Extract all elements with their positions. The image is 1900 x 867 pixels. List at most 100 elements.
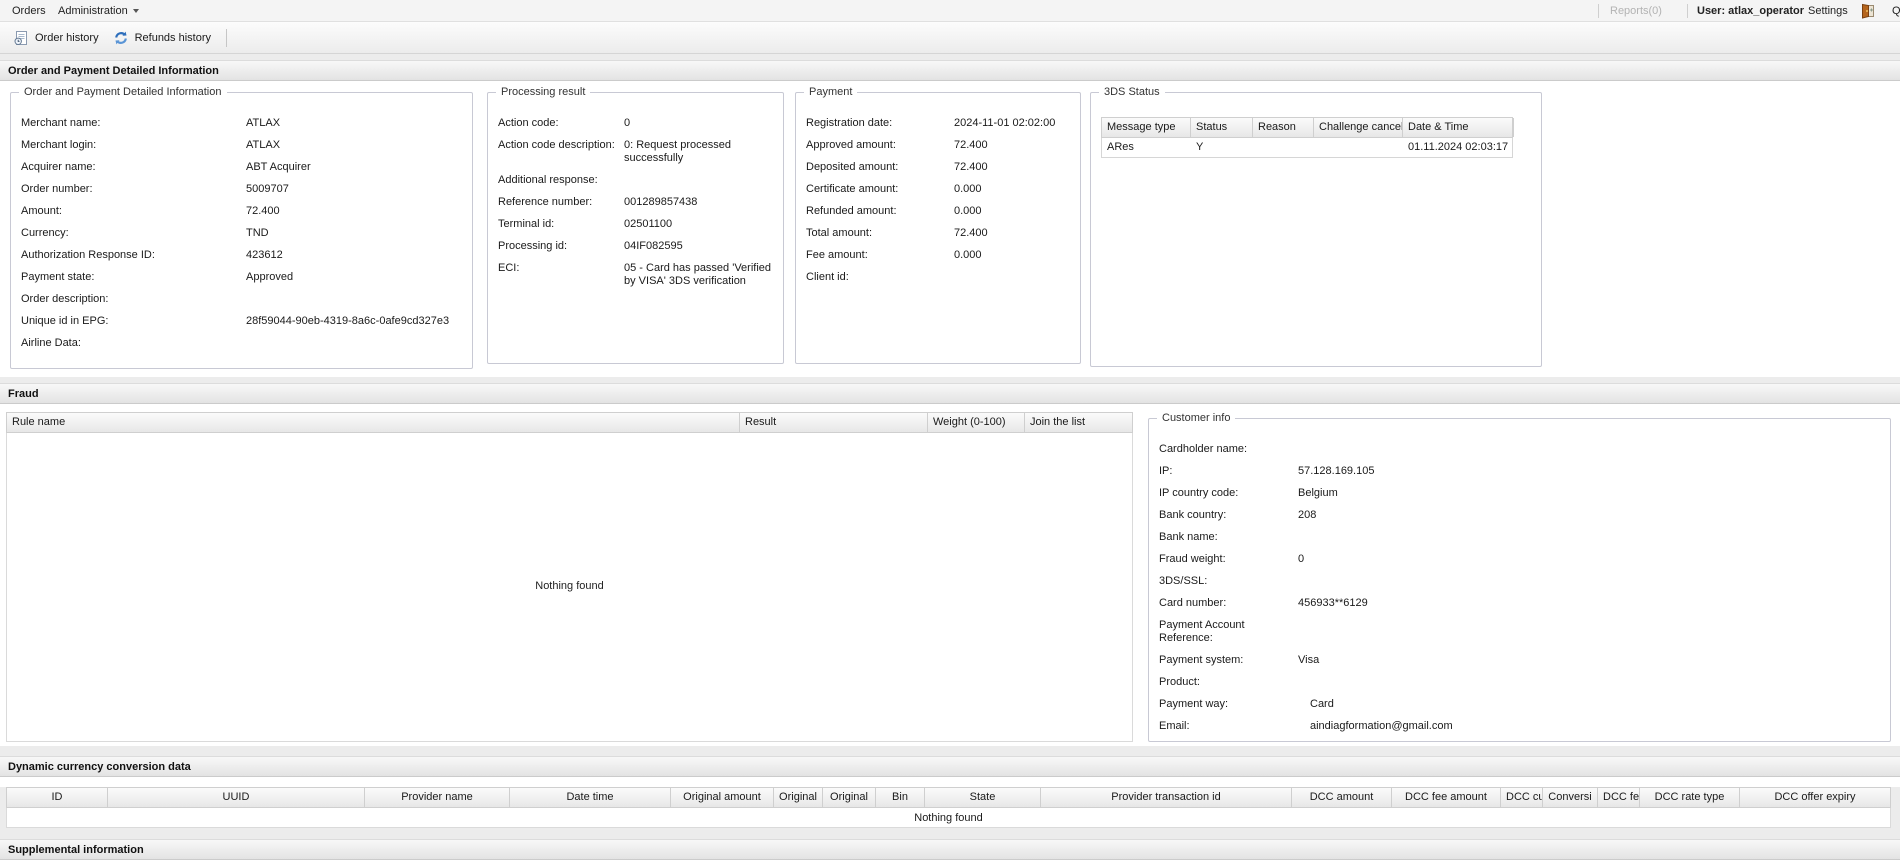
field-value: aindiagformation@gmail.com [1310, 720, 1453, 732]
column-header[interactable]: Date time [510, 788, 671, 807]
order-history-button[interactable]: Order history [6, 26, 106, 50]
tds-grid-header: Message type Status Reason Challenge cancel… [1101, 117, 1514, 138]
field-row: Acquirer name: ABT Acquirer [21, 161, 462, 174]
field-label: Order description: [21, 293, 109, 305]
field-label: Fee amount: [806, 249, 868, 261]
field-label: Currency: [21, 227, 69, 239]
field-row: Cardholder name: [1159, 443, 1880, 456]
column-header[interactable]: Bin [876, 788, 925, 807]
tds-cell-message-type: ARes [1107, 141, 1134, 153]
supplemental-section-header: Supplemental information [0, 839, 1900, 860]
dcc-grid-header: ID UUID Provider name Date time Original amo… [6, 787, 1891, 808]
column-header[interactable]: Reason [1253, 118, 1314, 137]
order-history-label: Order history [35, 31, 99, 44]
field-label: Certificate amount: [806, 183, 899, 195]
field-label: Email: [1159, 720, 1190, 732]
field-value [246, 293, 462, 306]
tds-status-fieldset: 3DS Status Message type Status Reason Chall… [1090, 86, 1542, 367]
field-label: Bank name: [1159, 531, 1218, 543]
column-header[interactable]: Result [740, 413, 928, 432]
field-label: Terminal id: [498, 218, 555, 230]
field-row: Currency: TND [21, 227, 462, 240]
field-value: 72.400 [954, 139, 988, 151]
field-value: 2024-11-01 02:02:00 [954, 117, 1056, 129]
field-value: 28f59044-90eb-4319-8a6c-0afe9cd327e3 [246, 315, 450, 327]
field-value: 0.000 [954, 249, 982, 261]
column-header[interactable]: ID [7, 788, 108, 807]
open-door-exit-icon[interactable] [1860, 3, 1876, 22]
column-header[interactable]: Weight (0-100) [928, 413, 1025, 432]
field-label: Acquirer name: [21, 161, 96, 173]
field-value: 57.128.169.105 [1298, 465, 1375, 477]
column-header[interactable]: DCC offer expiry [1740, 788, 1891, 807]
column-header[interactable]: DCC fee amount [1392, 788, 1501, 807]
tds-status-legend: 3DS Status [1099, 86, 1165, 98]
field-row: Authorization Response ID: 423612 [21, 249, 462, 262]
refunds-history-button[interactable]: Refunds history [106, 26, 218, 50]
column-header[interactable]: DCC fee [1598, 788, 1640, 807]
tds-cell-challenge-cancel [1314, 138, 1403, 157]
tds-status-grid: Message type Status Reason Challenge cancel… [1101, 117, 1514, 158]
processing-result-fieldset: Processing result Action code: 0 Action co… [487, 86, 784, 364]
dcc-section-title: Dynamic currency conversion data [8, 761, 191, 773]
blue-circular-arrows-icon [114, 31, 127, 44]
column-header[interactable]: Status [1191, 118, 1253, 137]
field-row: Reference number: 001289857438 [498, 196, 773, 209]
column-header[interactable]: Challenge cancel [1314, 118, 1403, 137]
column-header[interactable]: Rule name [7, 413, 740, 432]
column-header[interactable]: Provider transaction id [1041, 788, 1292, 807]
menu-quit[interactable]: Quit [1886, 0, 1900, 22]
column-header[interactable]: Original amount [671, 788, 774, 807]
column-header[interactable]: Original [774, 788, 823, 807]
field-label: Merchant name: [21, 117, 101, 129]
fraud-grid-body: Nothing found [6, 433, 1133, 742]
column-header[interactable]: UUID [108, 788, 365, 807]
fraud-grid-header: Rule name Result Weight (0-100) Join the li… [6, 412, 1133, 433]
field-row: Action code: 0 [498, 117, 773, 130]
column-header[interactable]: DCC rate type [1640, 788, 1740, 807]
field-value: Approved [246, 271, 294, 283]
column-header[interactable]: Conversi [1543, 788, 1598, 807]
field-row: Amount: 72.400 [21, 205, 462, 218]
field-label: IP: [1159, 465, 1173, 477]
field-label: Cardholder name: [1159, 443, 1248, 455]
tds-grid-row[interactable]: ARes Y 01.11.2024 02:03:17 [1101, 138, 1513, 158]
column-header[interactable]: Original [823, 788, 876, 807]
field-row: Processing id: 04IF082595 [498, 240, 773, 253]
field-value [1298, 676, 1880, 689]
field-value: 0: Request processed successfully [624, 139, 732, 164]
field-row: Registration date: 2024-11-01 02:02:00 [806, 117, 1070, 130]
field-value: TND [246, 227, 269, 239]
column-header[interactable]: DCC curr [1501, 788, 1543, 807]
field-label: IP country code: [1159, 487, 1239, 499]
toolbar: Order history Refunds history [0, 22, 1900, 54]
field-row: Unique id in EPG: 28f59044-90eb-4319-8a6c… [21, 315, 462, 328]
processing-result-rows: Action code: 0 Action code description: 0: … [488, 93, 783, 288]
tds-cell-date-time: 01.11.2024 02:03:17 [1408, 141, 1509, 153]
field-row: Certificate amount: 0.000 [806, 183, 1070, 196]
menu-administration[interactable]: Administration [52, 0, 145, 22]
field-row: Additional response: [498, 174, 773, 187]
field-value: Card [1310, 698, 1334, 710]
customer-info-fieldset: Customer info Cardholder name: IP: 57.128.… [1148, 412, 1891, 742]
menu-orders[interactable]: Orders [6, 0, 52, 22]
column-header[interactable]: Join the list [1025, 413, 1133, 432]
column-header[interactable]: Date & Time [1403, 118, 1514, 137]
menu-settings[interactable]: Settings [1802, 0, 1854, 22]
field-value [246, 337, 462, 350]
field-value: 72.400 [246, 205, 280, 217]
field-label: Action code: [498, 117, 559, 129]
field-row: IP country code: Belgium [1159, 487, 1880, 500]
column-header[interactable]: State [925, 788, 1041, 807]
field-row: Bank country: 208 [1159, 509, 1880, 522]
column-header[interactable]: Message type [1102, 118, 1191, 137]
field-row: Payment way: Card [1159, 698, 1880, 711]
field-label: Bank country: [1159, 509, 1227, 521]
field-row: Action code description: 0: Request proce… [498, 139, 773, 165]
field-value: ABT Acquirer [246, 161, 311, 173]
column-header[interactable]: DCC amount [1292, 788, 1392, 807]
field-row: Payment Account Reference: [1159, 619, 1880, 645]
menu-administration-label: Administration [58, 5, 128, 17]
column-header[interactable]: Provider name [365, 788, 510, 807]
processing-result-legend: Processing result [496, 86, 591, 98]
